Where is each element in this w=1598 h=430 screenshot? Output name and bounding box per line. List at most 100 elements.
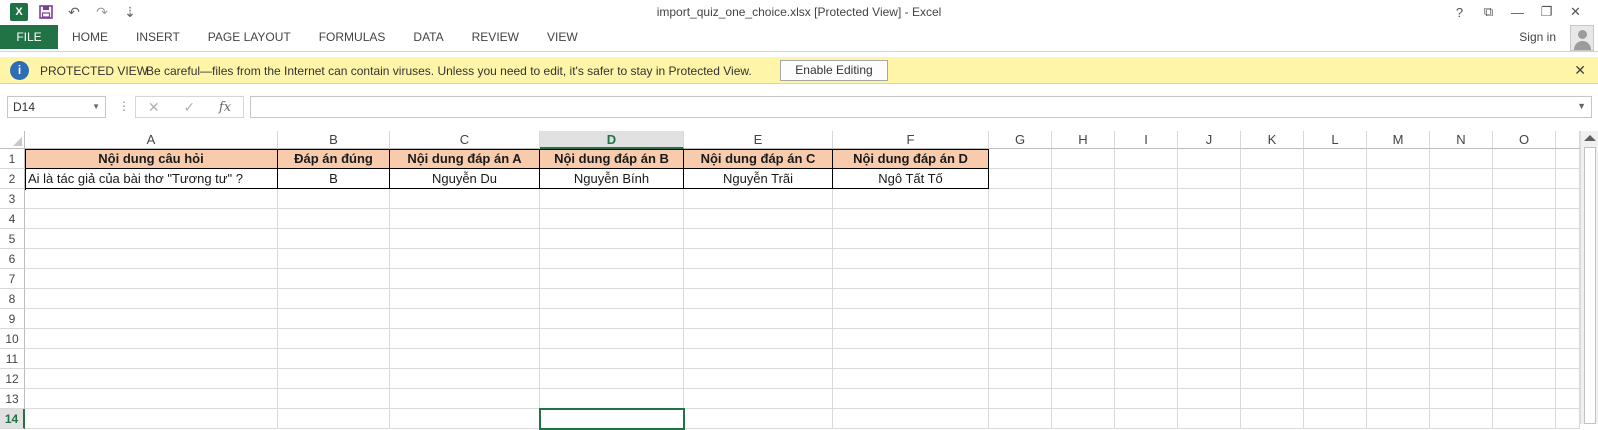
empty-cell[interactable] bbox=[1493, 369, 1556, 389]
insert-function-icon[interactable]: fx bbox=[219, 100, 231, 115]
empty-cell[interactable] bbox=[1052, 169, 1115, 189]
empty-cell[interactable] bbox=[684, 249, 833, 269]
empty-cell[interactable] bbox=[1115, 209, 1178, 229]
empty-cell[interactable] bbox=[989, 329, 1052, 349]
empty-cell[interactable] bbox=[278, 309, 390, 329]
empty-cell[interactable] bbox=[1367, 329, 1430, 349]
empty-cell[interactable] bbox=[1493, 309, 1556, 329]
empty-cell[interactable] bbox=[540, 209, 684, 229]
empty-cell[interactable] bbox=[540, 389, 684, 409]
empty-cell[interactable] bbox=[1430, 349, 1493, 369]
empty-cell[interactable] bbox=[1241, 149, 1304, 169]
empty-cell[interactable] bbox=[1178, 189, 1241, 209]
column-header[interactable]: H bbox=[1052, 131, 1115, 149]
empty-cell[interactable] bbox=[989, 389, 1052, 409]
empty-cell[interactable] bbox=[1556, 389, 1580, 409]
row-header[interactable]: 11 bbox=[0, 349, 25, 369]
empty-cell[interactable] bbox=[390, 289, 540, 309]
empty-cell[interactable] bbox=[1556, 249, 1580, 269]
empty-cell[interactable] bbox=[1367, 309, 1430, 329]
table-cell[interactable]: Nguyễn Trãi bbox=[684, 169, 833, 189]
empty-cell[interactable] bbox=[1052, 309, 1115, 329]
empty-cell[interactable] bbox=[833, 329, 989, 349]
empty-cell[interactable] bbox=[1052, 329, 1115, 349]
close-icon[interactable]: ✕ bbox=[1574, 62, 1586, 79]
table-cell[interactable]: Nguyễn Bính bbox=[540, 169, 684, 189]
empty-cell[interactable] bbox=[25, 229, 278, 249]
empty-cell[interactable] bbox=[1052, 269, 1115, 289]
empty-cell[interactable] bbox=[1241, 189, 1304, 209]
column-header[interactable]: K bbox=[1241, 131, 1304, 149]
empty-cell[interactable] bbox=[1115, 309, 1178, 329]
empty-cell[interactable] bbox=[684, 389, 833, 409]
empty-cell[interactable] bbox=[684, 289, 833, 309]
empty-cell[interactable] bbox=[1115, 349, 1178, 369]
empty-cell[interactable] bbox=[833, 309, 989, 329]
empty-cell[interactable] bbox=[1178, 409, 1241, 429]
empty-cell[interactable] bbox=[1367, 289, 1430, 309]
empty-cell[interactable] bbox=[1052, 409, 1115, 429]
empty-cell[interactable] bbox=[25, 309, 278, 329]
empty-cell[interactable] bbox=[1178, 369, 1241, 389]
empty-cell[interactable] bbox=[1241, 329, 1304, 349]
column-header[interactable]: N bbox=[1430, 131, 1493, 149]
empty-cell[interactable] bbox=[1556, 329, 1580, 349]
empty-cell[interactable] bbox=[1367, 389, 1430, 409]
empty-cell[interactable] bbox=[278, 249, 390, 269]
empty-cell[interactable] bbox=[1556, 229, 1580, 249]
column-header[interactable]: C bbox=[390, 131, 540, 149]
empty-cell[interactable] bbox=[1052, 229, 1115, 249]
tab-insert[interactable]: INSERT bbox=[122, 25, 194, 49]
enable-editing-button[interactable]: Enable Editing bbox=[780, 60, 888, 81]
empty-cell[interactable] bbox=[1115, 169, 1178, 189]
empty-cell[interactable] bbox=[1241, 249, 1304, 269]
empty-cell[interactable] bbox=[1241, 389, 1304, 409]
column-header[interactable]: M bbox=[1367, 131, 1430, 149]
empty-cell[interactable] bbox=[684, 209, 833, 229]
empty-cell[interactable] bbox=[684, 369, 833, 389]
empty-cell[interactable] bbox=[1556, 149, 1580, 169]
empty-cell[interactable] bbox=[684, 309, 833, 329]
empty-cell[interactable] bbox=[1241, 409, 1304, 429]
empty-cell[interactable] bbox=[989, 169, 1052, 189]
tab-page-layout[interactable]: PAGE LAYOUT bbox=[194, 25, 305, 49]
empty-cell[interactable] bbox=[1241, 209, 1304, 229]
empty-cell[interactable] bbox=[1493, 389, 1556, 409]
empty-cell[interactable] bbox=[1052, 249, 1115, 269]
empty-cell[interactable] bbox=[833, 369, 989, 389]
empty-cell[interactable] bbox=[1556, 369, 1580, 389]
empty-cell[interactable] bbox=[1115, 289, 1178, 309]
empty-cell[interactable] bbox=[1430, 369, 1493, 389]
empty-cell[interactable] bbox=[684, 349, 833, 369]
column-header[interactable]: L bbox=[1304, 131, 1367, 149]
empty-cell[interactable] bbox=[25, 329, 278, 349]
empty-cell[interactable] bbox=[278, 409, 390, 429]
empty-cell[interactable] bbox=[1115, 369, 1178, 389]
empty-cell[interactable] bbox=[1178, 169, 1241, 189]
empty-cell[interactable] bbox=[25, 209, 278, 229]
empty-cell[interactable] bbox=[1304, 369, 1367, 389]
empty-cell[interactable] bbox=[684, 189, 833, 209]
empty-cell[interactable] bbox=[1367, 249, 1430, 269]
empty-cell[interactable] bbox=[833, 349, 989, 369]
empty-cell[interactable] bbox=[684, 229, 833, 249]
table-cell[interactable]: B bbox=[278, 169, 390, 189]
empty-cell[interactable] bbox=[1556, 409, 1580, 429]
empty-cell[interactable] bbox=[540, 369, 684, 389]
empty-cell[interactable] bbox=[278, 229, 390, 249]
empty-cell[interactable] bbox=[989, 369, 1052, 389]
column-header[interactable]: J bbox=[1178, 131, 1241, 149]
empty-cell[interactable] bbox=[278, 289, 390, 309]
empty-cell[interactable] bbox=[540, 189, 684, 209]
empty-cell[interactable] bbox=[1178, 389, 1241, 409]
empty-cell[interactable] bbox=[540, 329, 684, 349]
empty-cell[interactable] bbox=[1493, 409, 1556, 429]
empty-cell[interactable] bbox=[1178, 349, 1241, 369]
more-options-icon[interactable]: ⋮ bbox=[118, 99, 130, 113]
empty-cell[interactable] bbox=[1430, 169, 1493, 189]
empty-cell[interactable] bbox=[833, 229, 989, 249]
empty-cell[interactable] bbox=[278, 209, 390, 229]
empty-cell[interactable] bbox=[1178, 249, 1241, 269]
empty-cell[interactable] bbox=[1304, 209, 1367, 229]
empty-cell[interactable] bbox=[1304, 189, 1367, 209]
